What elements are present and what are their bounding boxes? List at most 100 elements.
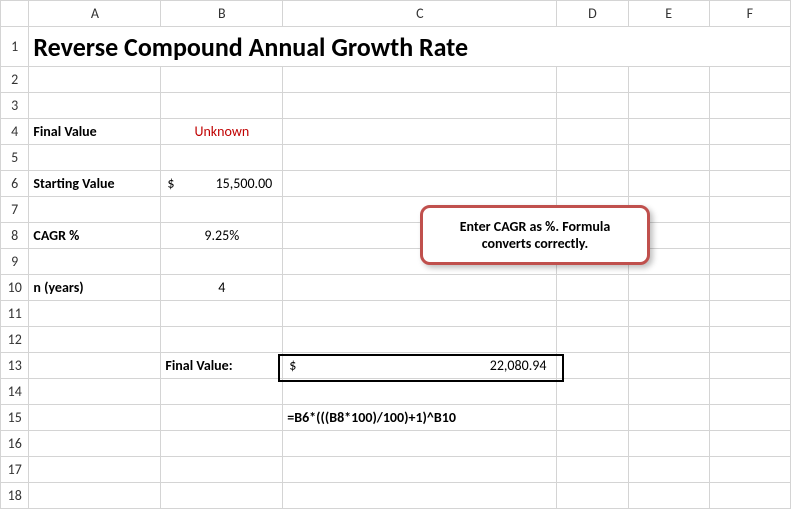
cell-E5[interactable] <box>628 145 709 171</box>
cell-D18[interactable] <box>557 483 628 509</box>
cell-D17[interactable] <box>557 457 628 483</box>
cell-B18[interactable] <box>161 483 283 509</box>
col-header-E[interactable]: E <box>628 1 709 27</box>
cell-A5[interactable] <box>29 145 161 171</box>
cell-C4[interactable] <box>283 119 557 145</box>
row-header-12[interactable]: 12 <box>1 327 29 353</box>
cell-C12[interactable] <box>283 327 557 353</box>
row-header-10[interactable]: 10 <box>1 275 29 301</box>
cell-B12[interactable] <box>161 327 283 353</box>
row-header-1[interactable]: 1 <box>1 27 29 67</box>
cell-F7[interactable] <box>709 197 790 223</box>
cell-D6[interactable] <box>557 171 628 197</box>
row-header-11[interactable]: 11 <box>1 301 29 327</box>
cell-E17[interactable] <box>628 457 709 483</box>
row-header-15[interactable]: 15 <box>1 405 29 431</box>
cell-F18[interactable] <box>709 483 790 509</box>
cell-A16[interactable] <box>29 431 161 457</box>
cell-C6[interactable] <box>283 171 557 197</box>
cell-D13[interactable] <box>557 353 628 379</box>
cell-F11[interactable] <box>709 301 790 327</box>
worksheet-grid[interactable]: A B C D E F 1 Reverse Compound Annual Gr… <box>0 0 791 509</box>
cell-C16[interactable] <box>283 431 557 457</box>
cell-B16[interactable] <box>161 431 283 457</box>
cell-D10[interactable] <box>557 275 628 301</box>
row-header-14[interactable]: 14 <box>1 379 29 405</box>
row-header-17[interactable]: 17 <box>1 457 29 483</box>
cell-F13[interactable] <box>709 353 790 379</box>
cell-F9[interactable] <box>709 249 790 275</box>
row-header-3[interactable]: 3 <box>1 93 29 119</box>
cell-title[interactable]: Reverse Compound Annual Growth Rate <box>29 27 791 67</box>
cell-n-years-value[interactable]: 4 <box>161 275 283 301</box>
cell-A9[interactable] <box>29 249 161 275</box>
row-header-6[interactable]: 6 <box>1 171 29 197</box>
row-header-18[interactable]: 18 <box>1 483 29 509</box>
cell-starting-value-label[interactable]: Starting Value <box>29 171 161 197</box>
cell-F12[interactable] <box>709 327 790 353</box>
cell-formula-text[interactable]: =B6*(((B8*100)/100)+1)^B10 <box>283 405 557 431</box>
cell-final-value-result[interactable]: $ 22,080.94 <box>283 353 557 379</box>
row-header-13[interactable]: 13 <box>1 353 29 379</box>
cell-F4[interactable] <box>709 119 790 145</box>
cell-D2[interactable] <box>557 67 628 93</box>
cell-F2[interactable] <box>709 67 790 93</box>
cell-A11[interactable] <box>29 301 161 327</box>
col-header-D[interactable]: D <box>557 1 628 27</box>
row-header-8[interactable]: 8 <box>1 223 29 249</box>
cell-B3[interactable] <box>161 93 283 119</box>
cell-A15[interactable] <box>29 405 161 431</box>
cell-B7[interactable] <box>161 197 283 223</box>
row-header-7[interactable]: 7 <box>1 197 29 223</box>
cell-F14[interactable] <box>709 379 790 405</box>
callout-note[interactable]: Enter CAGR as %. Formula converts correc… <box>420 205 650 265</box>
cell-F8[interactable] <box>709 223 790 249</box>
row-header-2[interactable]: 2 <box>1 67 29 93</box>
cell-A18[interactable] <box>29 483 161 509</box>
cell-A12[interactable] <box>29 327 161 353</box>
cell-starting-value[interactable]: $ 15,500.00 <box>161 171 283 197</box>
cell-A14[interactable] <box>29 379 161 405</box>
cell-C3[interactable] <box>283 93 557 119</box>
cell-A17[interactable] <box>29 457 161 483</box>
cell-F3[interactable] <box>709 93 790 119</box>
cell-D15[interactable] <box>557 405 628 431</box>
cell-final-value-label[interactable]: Final Value <box>29 119 161 145</box>
cell-A13[interactable] <box>29 353 161 379</box>
cell-C10[interactable] <box>283 275 557 301</box>
cell-F16[interactable] <box>709 431 790 457</box>
cell-A3[interactable] <box>29 93 161 119</box>
cell-D14[interactable] <box>557 379 628 405</box>
cell-D5[interactable] <box>557 145 628 171</box>
cell-B11[interactable] <box>161 301 283 327</box>
cell-B9[interactable] <box>161 249 283 275</box>
cell-final-value-result-label[interactable]: Final Value: <box>161 353 283 379</box>
col-header-F[interactable]: F <box>709 1 790 27</box>
row-header-9[interactable]: 9 <box>1 249 29 275</box>
cell-A2[interactable] <box>29 67 161 93</box>
cell-C11[interactable] <box>283 301 557 327</box>
cell-C14[interactable] <box>283 379 557 405</box>
cell-B17[interactable] <box>161 457 283 483</box>
col-header-B[interactable]: B <box>161 1 283 27</box>
cell-C5[interactable] <box>283 145 557 171</box>
cell-E15[interactable] <box>628 405 709 431</box>
cell-E13[interactable] <box>628 353 709 379</box>
cell-C2[interactable] <box>283 67 557 93</box>
cell-cagr-label[interactable]: CAGR % <box>29 223 161 249</box>
select-all-corner[interactable] <box>1 1 29 27</box>
cell-F5[interactable] <box>709 145 790 171</box>
cell-E4[interactable] <box>628 119 709 145</box>
cell-B15[interactable] <box>161 405 283 431</box>
cell-D11[interactable] <box>557 301 628 327</box>
cell-B5[interactable] <box>161 145 283 171</box>
cell-C17[interactable] <box>283 457 557 483</box>
cell-final-value-input[interactable]: Unknown <box>161 119 283 145</box>
cell-E3[interactable] <box>628 93 709 119</box>
row-header-4[interactable]: 4 <box>1 119 29 145</box>
cell-B14[interactable] <box>161 379 283 405</box>
col-header-A[interactable]: A <box>29 1 161 27</box>
row-header-16[interactable]: 16 <box>1 431 29 457</box>
cell-D12[interactable] <box>557 327 628 353</box>
cell-n-years-label[interactable]: n (years) <box>29 275 161 301</box>
